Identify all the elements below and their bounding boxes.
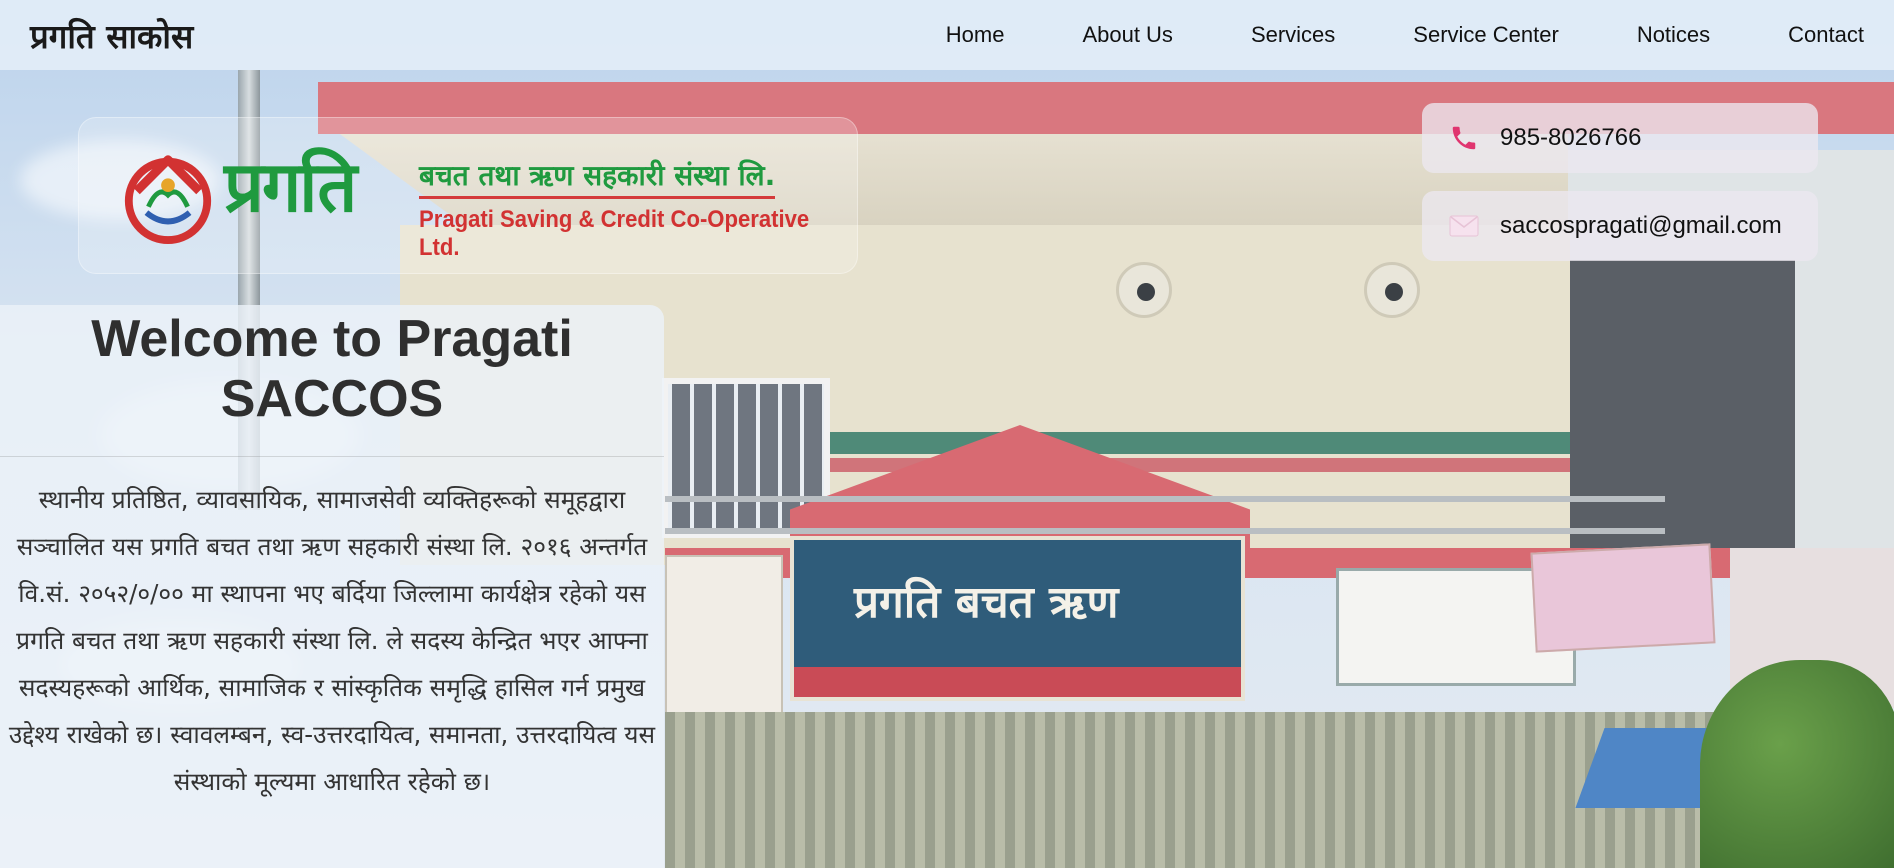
- logo-wordmark: प्रगति: [224, 146, 357, 228]
- logo-subtitle-nepali: बचत तथा ऋण सहकारी संस्था लि.: [419, 156, 776, 199]
- nav-contact[interactable]: Contact: [1788, 22, 1864, 48]
- welcome-heading: Welcome to Pragati SACCOS: [91, 310, 573, 428]
- nav-home[interactable]: Home: [946, 22, 1005, 48]
- top-navbar: प्रगति साकोस Home About Us Services Serv…: [0, 0, 1894, 70]
- welcome-description: स्थानीय प्रतिष्ठित, व्यावसायिक, सामाजसेव…: [8, 485, 656, 796]
- phone-number[interactable]: 985-8026766: [1500, 124, 1641, 152]
- email-contact-card[interactable]: saccospragati@gmail.com: [1422, 191, 1818, 261]
- main-nav: Home About Us Services Service Center No…: [868, 22, 1864, 48]
- logo-subtitle-english: Pragati Saving & Credit Co-Operative Ltd…: [419, 206, 810, 261]
- site-brand[interactable]: प्रगति साकोस: [30, 13, 193, 58]
- nav-service-center[interactable]: Service Center: [1413, 22, 1559, 48]
- email-address[interactable]: saccospragati@gmail.com: [1500, 212, 1782, 240]
- envelope-icon: [1448, 210, 1480, 242]
- nav-services[interactable]: Services: [1251, 22, 1335, 48]
- nav-notices[interactable]: Notices: [1637, 22, 1710, 48]
- phone-icon: [1448, 122, 1480, 154]
- phone-contact-card[interactable]: 985-8026766: [1422, 103, 1818, 173]
- nav-about-us[interactable]: About Us: [1082, 22, 1173, 48]
- welcome-panel: Welcome to Pragati SACCOS स्थानीय प्रतिष…: [0, 305, 664, 868]
- organization-logo: प्रगति बचत तथा ऋण सहकारी संस्था लि. Prag…: [78, 117, 858, 274]
- house-hands-logo-icon: [124, 155, 212, 244]
